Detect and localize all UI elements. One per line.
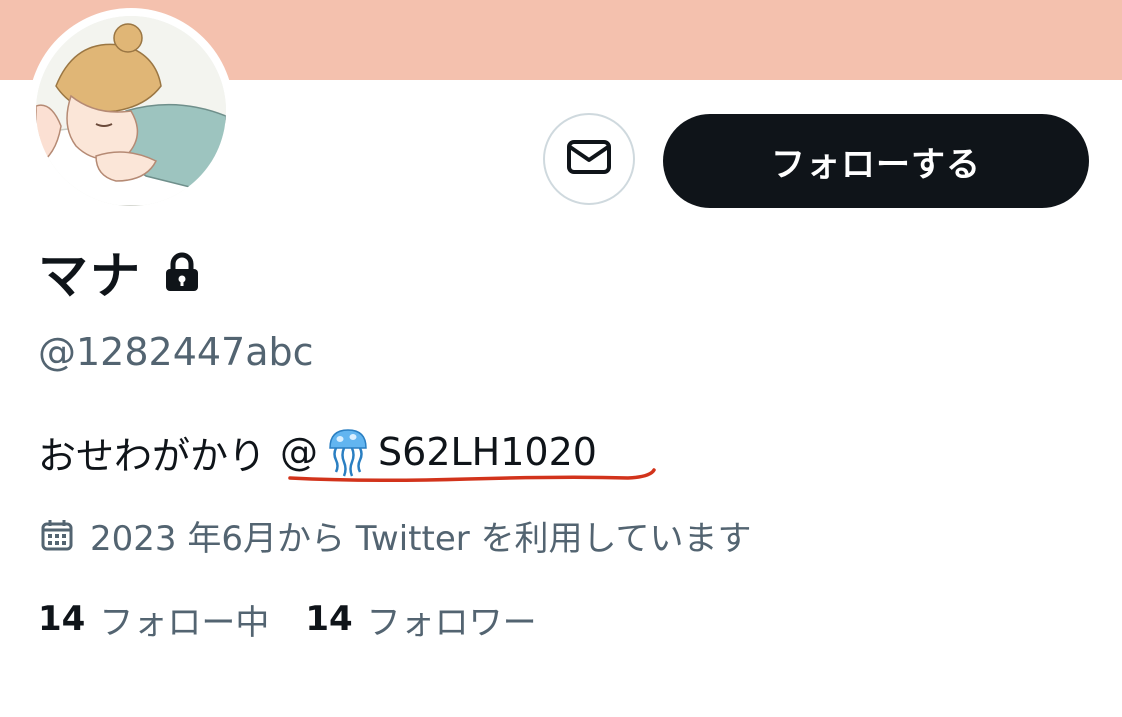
- followers-label: フォロワー: [366, 602, 537, 643]
- name-row: マナ: [38, 240, 200, 305]
- joined-date: 2023 年6月から Twitter を利用しています: [40, 510, 752, 560]
- lock-icon: [164, 252, 200, 292]
- follow-stats: 14 フォロー中 14 フォロワー: [38, 594, 573, 644]
- followers-count: 14: [305, 599, 353, 639]
- mail-icon: [566, 139, 612, 179]
- avatar[interactable]: [36, 16, 226, 206]
- followers-link[interactable]: 14 フォロワー: [305, 595, 536, 644]
- handle: @1282447abc: [38, 330, 314, 374]
- follow-button[interactable]: フォローする: [663, 114, 1089, 208]
- following-count: 14: [38, 599, 86, 639]
- bio-text: おせわがかり: [38, 433, 267, 478]
- red-underline-annotation: [288, 468, 656, 483]
- following-label: フォロー中: [99, 602, 270, 643]
- following-link[interactable]: 14 フォロー中: [38, 595, 269, 644]
- display-name: マナ: [38, 247, 142, 305]
- joined-text: 2023 年6月から Twitter を利用しています: [90, 518, 752, 559]
- message-button[interactable]: [543, 113, 635, 205]
- calendar-icon: [40, 518, 74, 552]
